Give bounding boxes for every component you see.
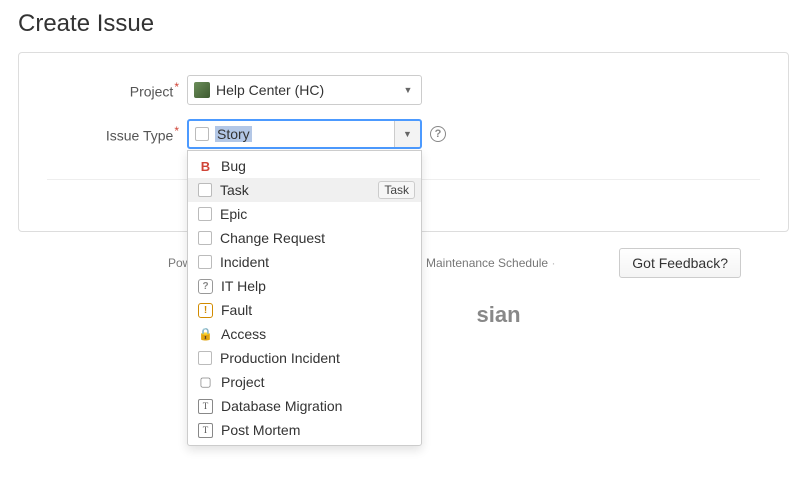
issue-type-option[interactable]: Task Task <box>188 178 421 202</box>
project-row: Project* Help Center (HC) ▼ <box>47 75 760 105</box>
project-label-text: Project <box>130 84 174 100</box>
option-tooltip: Task <box>378 181 415 199</box>
task-type-icon: T <box>198 423 213 438</box>
option-label: Incident <box>220 254 269 270</box>
chevron-down-icon[interactable]: ▼ <box>394 121 420 147</box>
lock-icon: 🔒 <box>198 327 213 342</box>
checkbox-icon <box>198 351 212 365</box>
issue-type-option[interactable]: ? IT Help <box>188 274 421 298</box>
create-issue-panel: Project* Help Center (HC) ▼ Issue Type* … <box>18 52 789 232</box>
fault-icon: ! <box>198 303 213 318</box>
project-label: Project* <box>47 80 187 100</box>
issue-type-option[interactable]: Production Incident <box>188 346 421 370</box>
footer-separator: · <box>551 256 555 270</box>
checkbox-icon <box>198 183 212 197</box>
page-title: Create Issue <box>18 10 789 38</box>
checkbox-icon <box>198 231 212 245</box>
task-type-icon: T <box>198 399 213 414</box>
option-label: Project <box>221 374 265 390</box>
checkbox-icon <box>198 255 212 269</box>
issue-type-option[interactable]: Epic <box>188 202 421 226</box>
issue-type-row: Issue Type* Story ▼ ? BBugTaskTaskEpicCh… <box>47 119 760 149</box>
maintenance-link[interactable]: Maintenance Schedule <box>426 256 548 270</box>
option-label: Production Incident <box>220 350 340 366</box>
issue-type-value-text: Story <box>215 126 252 142</box>
chevron-down-icon[interactable]: ▼ <box>395 76 421 104</box>
project-select-value: Help Center (HC) <box>194 82 395 98</box>
brand-suffix-text: sian <box>476 302 520 327</box>
issue-type-select-value: Story <box>195 126 394 142</box>
option-label: Change Request <box>220 230 325 246</box>
issue-type-label-text: Issue Type <box>106 128 173 144</box>
project-icon: ▢ <box>198 375 213 390</box>
issue-type-select-wrap: Story ▼ ? BBugTaskTaskEpicChange Request… <box>187 119 446 149</box>
issue-type-option[interactable]: B Bug <box>188 154 421 178</box>
option-label: Database Migration <box>221 398 342 414</box>
issue-type-label: Issue Type* <box>47 124 187 144</box>
issue-type-dropdown: B Bug Task Task Epic Change Request Incident? I… <box>187 150 422 446</box>
option-label: Access <box>221 326 266 342</box>
project-value-text: Help Center (HC) <box>216 82 324 98</box>
option-label: Bug <box>221 158 246 174</box>
issue-type-option[interactable]: T Post Mortem <box>188 418 421 442</box>
question-icon: ? <box>198 279 213 294</box>
issue-type-option[interactable]: ! Fault <box>188 298 421 322</box>
project-select[interactable]: Help Center (HC) ▼ <box>187 75 422 105</box>
project-avatar-icon <box>194 82 210 98</box>
issue-type-select[interactable]: Story ▼ <box>187 119 422 149</box>
footer-mid-wrap: Maintenance Schedule · <box>426 256 555 270</box>
issue-type-option[interactable]: ▢ Project <box>188 370 421 394</box>
option-label: Epic <box>220 206 247 222</box>
option-label: Post Mortem <box>221 422 300 438</box>
option-label: Fault <box>221 302 252 318</box>
checkbox-icon <box>198 207 212 221</box>
issue-type-option[interactable]: T Database Migration <box>188 394 421 418</box>
issue-type-option[interactable]: Change Request <box>188 226 421 250</box>
issue-type-option[interactable]: 🔒 Access <box>188 322 421 346</box>
bug-icon: B <box>198 159 213 174</box>
required-asterisk: * <box>174 124 179 138</box>
feedback-button[interactable]: Got Feedback? <box>619 248 741 278</box>
story-icon <box>195 127 209 141</box>
issue-type-option[interactable]: Incident <box>188 250 421 274</box>
required-asterisk: * <box>174 80 179 94</box>
project-select-wrap: Help Center (HC) ▼ <box>187 75 422 105</box>
help-icon[interactable]: ? <box>430 126 446 142</box>
option-label: IT Help <box>221 278 266 294</box>
option-label: Task <box>220 182 249 198</box>
